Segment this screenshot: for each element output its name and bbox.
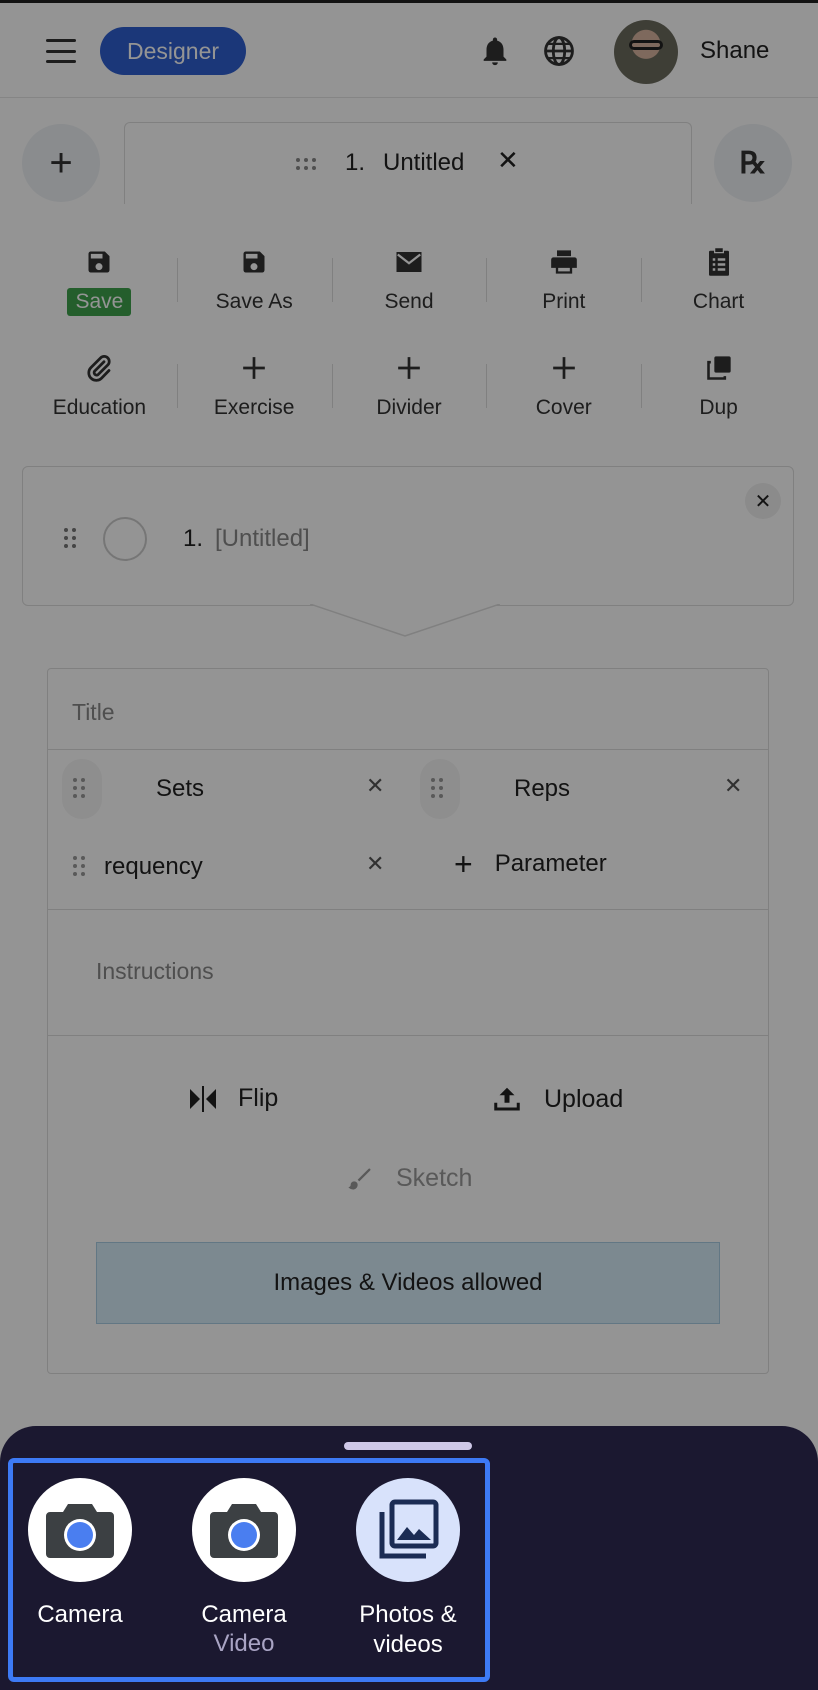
camera-video-option[interactable]: Camera Video [169, 1478, 319, 1658]
photos-videos-label: Photos & videos [359, 1601, 457, 1658]
sheet-drag-handle[interactable] [344, 1442, 472, 1450]
camera-video-label: Camera [201, 1601, 287, 1628]
camera-label: Camera [37, 1601, 123, 1628]
video-sublabel: Video [213, 1630, 275, 1657]
photo-library-icon [356, 1478, 460, 1582]
media-picker-sheet: Camera Camera Video Photos & videos [0, 1426, 818, 1690]
photos-videos-option[interactable]: Photos & videos [333, 1478, 483, 1660]
camera-icon [28, 1478, 132, 1582]
camera-icon [192, 1478, 296, 1582]
camera-option[interactable]: Camera [5, 1478, 155, 1630]
